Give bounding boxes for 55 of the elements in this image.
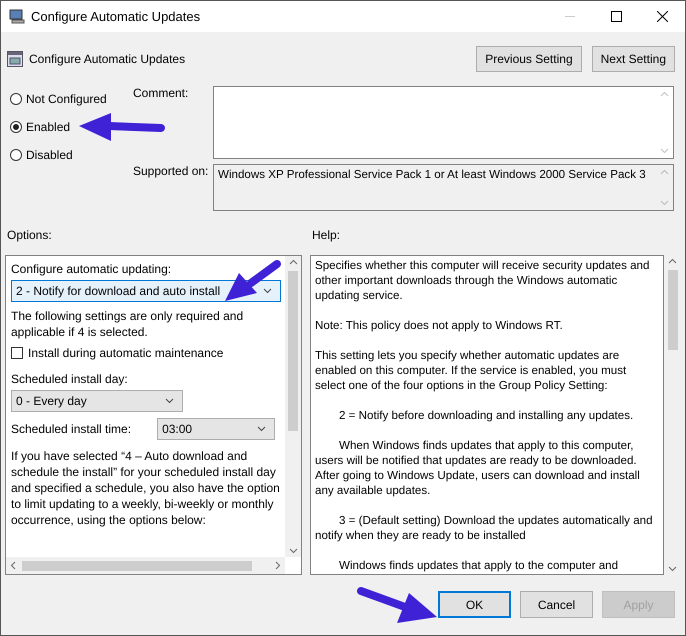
help-label: Help: [312,228,340,242]
policy-icon [7,51,23,67]
help-text: This setting lets you specify whether automatic updates are enabled on this computer. If the service is enabled, you must select one of the four options in the Group Policy Setting: [315,348,628,393]
help-text: 3 = (Default setting) Download the updates automatically and notify when they are ready to be installed [315,513,654,543]
help-text: When Windows finds updates that apply to this computer, users will be notified that updates are ready to be downloaded. After going to Windows Update, users can download and install any available updates. [315,438,641,498]
setting-title: Configure Automatic Updates [29,52,186,66]
chevron-icon [263,288,272,294]
close-icon [656,11,668,22]
options-label: Options: [6,228,53,242]
help-text: Note: This policy does not apply to Windows RT. [315,318,564,333]
radio-label: Enabled [26,120,70,134]
chevron-icon [257,426,266,432]
chevron-icon [165,398,174,404]
checkbox[interactable] [11,347,23,359]
supported-on-label: Supported on: [133,164,210,178]
dialog-button[interactable]: Cancel [520,591,593,618]
arrow-drawing [223,259,283,303]
option-label: Configure automatic updating: [11,262,172,276]
horizontal-scrollbar[interactable] [6,557,285,574]
caret-down-icon[interactable] [288,548,298,554]
computer-icon [9,9,25,24]
caret-up-icon[interactable] [668,258,677,264]
radio-button[interactable] [10,92,22,104]
dropdown[interactable]: 03:00 [157,418,276,440]
scrollbar-thumb[interactable] [288,271,298,431]
navigation-button[interactable]: Previous Setting [476,46,582,72]
maximize-icon [610,11,622,22]
scrollbar[interactable] [285,256,301,557]
comment-field[interactable] [213,86,674,159]
dropdown[interactable]: 2 - Notify for download and auto install [11,280,281,302]
option-description: If you have selected “4 – Auto download and schedule the install” for your scheduled install day and specified a schedule, you also have the option to limit updating to a weekly, bi-weekly or monthly occurrence, using the options below: [11,448,281,528]
scrollbar-thumb[interactable] [668,270,678,350]
option-label: Scheduled install day: [11,372,129,386]
radio-label: Not Configured [26,92,107,106]
caret-down-icon[interactable] [668,566,677,572]
caret-left-icon[interactable] [10,561,16,570]
help-text: 2 = Notify before downloading and installing any updates. [338,408,634,423]
minimize-icon [565,16,575,18]
comment-label: Comment: [133,86,190,102]
radio-button[interactable] [10,148,22,160]
option-description: The following settings are only required and applicable if 4 is selected. [11,308,244,340]
help-text: Windows finds updates that apply to the computer and [338,558,620,573]
navigation-button[interactable]: Next Setting [592,46,675,72]
dropdown[interactable]: 0 - Every day [11,390,183,412]
help-text: Specifies whether this computer will receive security updates and other important downloads through the Windows automatic updating service. [315,258,650,303]
option-label: Scheduled install time: [11,422,132,436]
checkbox-label: Install during automatic maintenance [28,346,224,360]
supported-on-text: Windows XP Professional Service Pack 1 or At least Windows 2000 Service Pack 3 [217,167,647,183]
scrollbar-thumb[interactable] [22,560,252,570]
window-title: Configure Automatic Updates [31,9,202,24]
caret-right-icon[interactable] [275,561,281,570]
dialog-button[interactable]: OK [438,591,511,618]
radio-label: Disabled [26,148,73,162]
caret-up-icon[interactable] [288,259,298,265]
radio-button[interactable] [10,120,22,132]
